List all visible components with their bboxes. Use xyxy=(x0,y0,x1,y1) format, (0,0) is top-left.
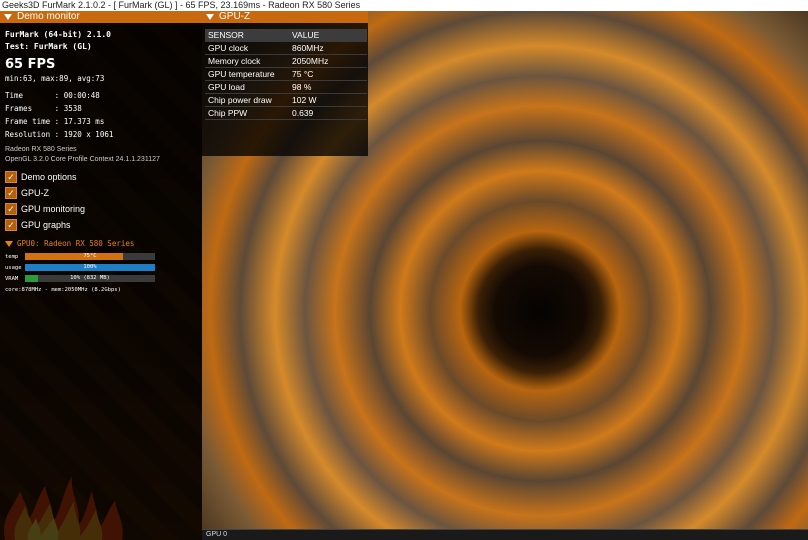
table-row: GPU load 98 % xyxy=(205,80,367,94)
gpu-name: Radeon RX 580 Series xyxy=(5,146,77,153)
sensor-name: GPU clock xyxy=(205,41,289,55)
gpu-z-checkbox[interactable]: ✓ GPU-Z xyxy=(5,187,49,199)
vram-label: VRAM xyxy=(5,276,19,282)
gpu-z-title: GPU-Z xyxy=(219,11,251,22)
checkbox-label: GPU-Z xyxy=(21,188,49,198)
sensor-column-header: SENSOR xyxy=(205,29,289,42)
resolution: Resolution : 1920 x 1061 xyxy=(5,130,114,139)
table-header-row: SENSOR VALUE xyxy=(205,29,367,42)
table-row: Chip PPW 0.639 xyxy=(205,106,367,120)
vram-bar: 10% (832 MB) xyxy=(25,275,155,282)
demo-options-checkbox[interactable]: ✓ Demo options xyxy=(5,171,77,183)
clock-info: core:878MHz - mem:2050MHz (8.2Gbps) xyxy=(5,287,121,293)
sensor-name: Chip power draw xyxy=(205,93,289,107)
sensor-value: 98 % xyxy=(289,80,367,94)
opengl-info: OpenGL 3.2.0 Core Profile Context 24.1.1… xyxy=(5,156,160,163)
collapse-triangle-icon[interactable] xyxy=(4,14,12,20)
demo-monitor-title: Demo monitor xyxy=(17,11,80,22)
collapse-triangle-icon[interactable] xyxy=(206,14,214,20)
gpu-monitoring-checkbox[interactable]: ✓ GPU monitoring xyxy=(5,203,85,215)
checkbox-label: Demo options xyxy=(21,172,77,182)
demo-monitor-header[interactable]: Demo monitor xyxy=(0,11,202,23)
checkmark-icon: ✓ xyxy=(5,171,17,183)
app-version: FurMark (64-bit) 2.1.0 xyxy=(5,30,111,39)
sensor-value: 102 W xyxy=(289,93,367,107)
usage-label: usage xyxy=(5,265,22,271)
usage-value: 100% xyxy=(83,264,97,270)
vram-value: 10% (832 MB) xyxy=(70,275,110,281)
checkmark-icon: ✓ xyxy=(5,203,17,215)
elapsed-time: Time : 00:00:48 xyxy=(5,91,100,100)
sensor-name: GPU temperature xyxy=(205,67,289,81)
frame-count: Frames : 3538 xyxy=(5,104,82,113)
window-title: Geeks3D FurMark 2.1.0.2 - [ FurMark (GL)… xyxy=(0,0,808,11)
gpu-z-panel: GPU-Z SENSOR VALUE GPU clock 860MHz Memor… xyxy=(202,11,368,156)
frame-time: Frame time : 17.373 ms xyxy=(5,117,105,126)
gpu-section-header[interactable]: GPU0: Radeon RX 580 Series xyxy=(5,239,134,248)
sensor-name: Chip PPW xyxy=(205,106,289,120)
sensor-name: GPU load xyxy=(205,80,289,94)
gpu-section-title: GPU0: Radeon RX 580 Series xyxy=(17,239,135,248)
gpu-graphs-checkbox[interactable]: ✓ GPU graphs xyxy=(5,219,71,231)
temp-label: temp xyxy=(5,254,19,260)
table-row: GPU clock 860MHz xyxy=(205,41,367,55)
test-name: Test: FurMark (GL) xyxy=(5,42,92,51)
value-column-header: VALUE xyxy=(289,29,367,42)
demo-monitor-panel: Demo monitor FurMark (64-bit) 2.1.0 Test… xyxy=(0,11,202,540)
sensor-value: 860MHz xyxy=(289,41,367,55)
gpu-z-header[interactable]: GPU-Z xyxy=(202,11,368,23)
table-row: Memory clock 2050MHz xyxy=(205,54,367,68)
table-row: GPU temperature 75 °C xyxy=(205,67,367,81)
collapse-triangle-icon[interactable] xyxy=(5,240,13,247)
temp-bar: 75°C xyxy=(25,253,155,260)
temp-value: 75°C xyxy=(83,253,97,259)
sensor-value: 75 °C xyxy=(289,67,367,81)
fps-readout: 65 FPS xyxy=(5,57,56,72)
checkbox-label: GPU graphs xyxy=(21,220,71,230)
sensor-table: SENSOR VALUE GPU clock 860MHz Memory cloc… xyxy=(205,29,367,120)
checkmark-icon: ✓ xyxy=(5,219,17,231)
fps-stats: min:63, max:89, avg:73 xyxy=(5,74,105,83)
gpu-graph-panel: GPU 0 xyxy=(202,529,808,540)
checkbox-label: GPU monitoring xyxy=(21,204,86,214)
usage-bar: 100% xyxy=(25,264,155,271)
sensor-value: 2050MHz xyxy=(289,54,367,68)
sensor-value: 0.639 xyxy=(289,106,367,120)
sensor-name: Memory clock xyxy=(205,54,289,68)
table-row: Chip power draw 102 W xyxy=(205,93,367,107)
gpu-graph-label: GPU 0 xyxy=(206,531,228,538)
checkmark-icon: ✓ xyxy=(5,187,17,199)
